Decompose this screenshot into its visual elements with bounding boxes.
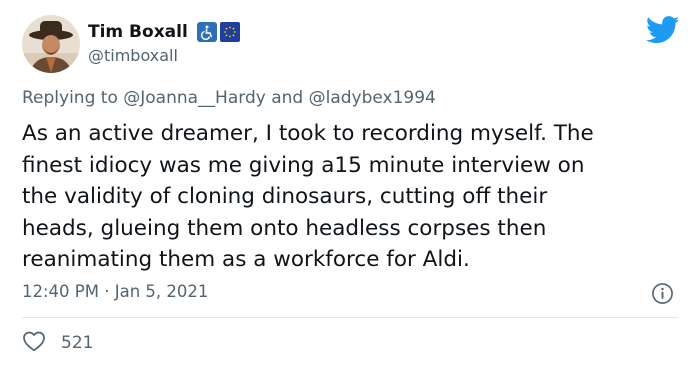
divider xyxy=(22,317,678,318)
reply-connector: and xyxy=(265,88,309,108)
eu-flag-icon xyxy=(219,22,240,42)
avatar[interactable] xyxy=(22,15,80,73)
reply-mention-ladybex[interactable]: @ladybex1994 xyxy=(309,88,436,108)
display-name[interactable]: Tim Boxall xyxy=(88,22,188,42)
reply-prefix: Replying to xyxy=(22,88,124,108)
heart-icon[interactable] xyxy=(22,330,46,356)
reply-mention-joanna[interactable]: @Joanna__Hardy xyxy=(123,88,266,108)
tweet-text: As an active dreamer, I took to recordin… xyxy=(22,121,594,272)
info-icon[interactable] xyxy=(651,282,674,305)
reply-context: Replying to @Joanna__Hardy and @ladybex1… xyxy=(22,88,436,108)
like-action[interactable]: 521 xyxy=(22,330,93,356)
like-count: 521 xyxy=(61,333,94,353)
wheelchair-icon xyxy=(196,22,217,42)
twitter-bird-icon[interactable] xyxy=(645,16,680,44)
tweet-card: Tim Boxall @timboxall Replying to @Joann… xyxy=(0,0,700,372)
name-row: Tim Boxall xyxy=(88,20,240,44)
user-handle[interactable]: @timboxall xyxy=(88,46,178,65)
tweet-timestamp[interactable]: 12:40 PM · Jan 5, 2021 xyxy=(22,282,208,301)
